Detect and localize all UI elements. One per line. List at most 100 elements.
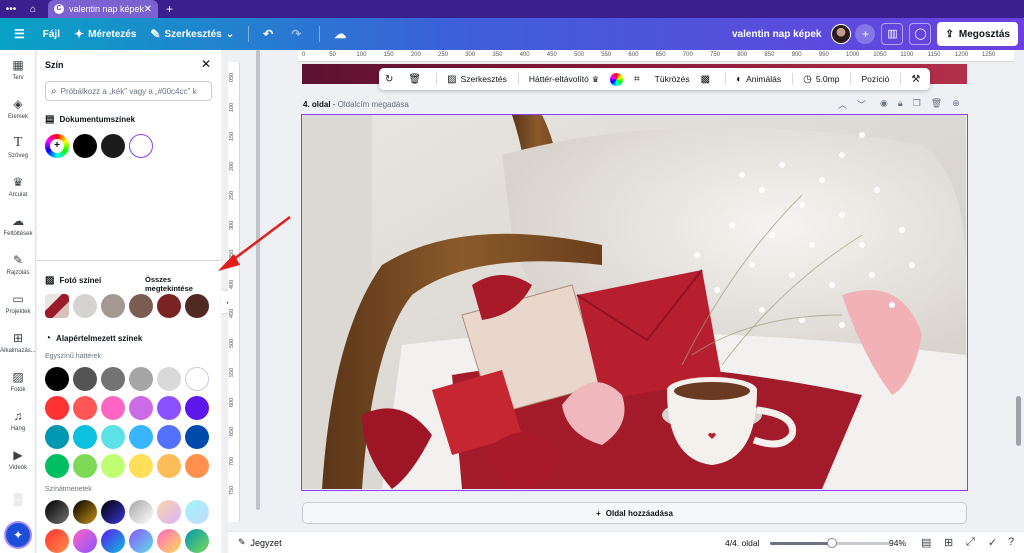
help-icon[interactable]: ?	[1008, 536, 1014, 548]
nav-item-apps[interactable]: ⊞ Alkalmazás...	[0, 323, 36, 362]
color-swatch[interactable]	[101, 134, 125, 158]
color-swatch[interactable]	[185, 367, 209, 391]
color-swatch[interactable]	[185, 396, 209, 420]
canvas-scrollbar[interactable]	[1016, 396, 1021, 446]
edit-photo-button[interactable]: ▨ Szerkesztés	[447, 74, 507, 85]
color-swatch[interactable]	[185, 454, 209, 478]
color-swatch[interactable]	[101, 454, 125, 478]
analytics-icon[interactable]: ▥	[881, 23, 904, 45]
color-swatch[interactable]	[129, 294, 153, 318]
document-name[interactable]: valentin nap képek	[732, 29, 821, 40]
chevron-up-icon[interactable]: ︿	[838, 98, 847, 111]
close-icon[interactable]: ✕	[144, 4, 152, 15]
color-swatch[interactable]	[73, 367, 97, 391]
color-swatch[interactable]	[101, 425, 125, 449]
color-search[interactable]: ⌕	[45, 81, 212, 101]
edit-mode-button[interactable]: ✎ Szerkesztés ⌄	[150, 27, 234, 41]
avatar[interactable]	[831, 24, 852, 44]
color-swatch[interactable]	[185, 425, 209, 449]
redo-button[interactable]: ↷	[291, 27, 305, 41]
nav-item-uploads[interactable]: ☁ Feltöltések	[0, 206, 36, 245]
transparency-button[interactable]: ▩	[701, 74, 714, 85]
color-swatch[interactable]	[129, 425, 153, 449]
nav-item-draw[interactable]: ✎ Rajzolás	[0, 245, 36, 284]
magic-assistant-button[interactable]: ✦	[6, 523, 30, 547]
nav-item-brand[interactable]: ♛ Arculat	[0, 167, 36, 206]
gradient-swatch[interactable]	[129, 500, 153, 524]
color-swatch[interactable]	[129, 396, 153, 420]
add-page-icon[interactable]: ⊕	[952, 98, 960, 111]
nav-item-design[interactable]: ▦ Terv	[0, 50, 36, 89]
more-horizontal-icon[interactable]: •••	[0, 4, 22, 15]
chevron-down-icon[interactable]: ﹀	[857, 98, 866, 111]
gradient-swatch[interactable]	[45, 529, 69, 553]
share-button[interactable]: ⇪ Megosztás	[937, 22, 1018, 46]
color-swatch[interactable]	[73, 396, 97, 420]
grid-view-icon[interactable]: ▤	[921, 536, 931, 549]
file-menu-button[interactable]: Fájl	[43, 29, 60, 40]
color-search-input[interactable]	[60, 86, 201, 96]
home-icon[interactable]: ⌂	[22, 4, 44, 15]
nav-item-projects[interactable]: ▭ Projektek	[0, 284, 36, 323]
resize-button[interactable]: ✦ Méretezés	[74, 27, 136, 41]
color-swatch[interactable]	[101, 396, 125, 420]
nav-item-audio[interactable]: ♫ Hang	[0, 401, 36, 440]
color-swatch[interactable]	[157, 454, 181, 478]
browser-tab[interactable]: C valentin nap képek ✕	[48, 0, 158, 18]
color-swatch[interactable]	[73, 425, 97, 449]
add-color-button[interactable]: +	[45, 134, 69, 158]
animate-button[interactable]: ◐ Animálás	[736, 74, 781, 85]
eye-icon[interactable]: ◉	[880, 98, 888, 111]
color-swatch[interactable]	[45, 454, 69, 478]
nav-item-videos[interactable]: ▶ Videók	[0, 440, 36, 479]
crop-button[interactable]: ⌗	[634, 74, 644, 85]
color-swatch[interactable]	[129, 454, 153, 478]
gradient-swatch[interactable]	[101, 529, 125, 553]
gradient-swatch[interactable]	[101, 500, 125, 524]
panel-scrollbar[interactable]	[256, 50, 260, 510]
color-swatch[interactable]	[73, 294, 97, 318]
copy-style-button[interactable]: ⚒	[911, 74, 924, 85]
gradient-swatch[interactable]	[129, 529, 153, 553]
gradient-swatch[interactable]	[45, 500, 69, 524]
invite-button[interactable]: +	[855, 24, 876, 44]
position-button[interactable]: Pozíció	[861, 74, 889, 84]
gradient-swatch[interactable]	[185, 529, 209, 553]
color-swatch[interactable]	[157, 367, 181, 391]
comment-icon[interactable]: ◯	[909, 23, 932, 45]
plus-icon[interactable]: +	[166, 2, 173, 16]
color-swatch[interactable]	[45, 396, 69, 420]
refresh-button[interactable]: ↻	[385, 74, 397, 85]
check-icon[interactable]: ✓	[988, 536, 997, 549]
fullscreen-icon[interactable]: ⤢	[966, 536, 975, 549]
zoom-level[interactable]: 94%	[889, 538, 906, 548]
color-swatch[interactable]	[45, 425, 69, 449]
grid-icon[interactable]: ⊞	[944, 536, 953, 549]
add-page-button[interactable]: + Oldal hozzáadása	[302, 502, 967, 524]
cloud-save-button[interactable]: ☁	[334, 27, 350, 41]
selected-photo[interactable]	[301, 114, 968, 491]
color-picker-button[interactable]	[610, 72, 624, 86]
color-swatch[interactable]	[73, 454, 97, 478]
notes-button[interactable]: ✎ Jegyzet	[238, 537, 282, 548]
undo-button[interactable]: ↶	[263, 27, 277, 41]
gradient-swatch[interactable]	[157, 500, 181, 524]
gradient-swatch[interactable]	[185, 500, 209, 524]
color-swatch[interactable]	[157, 425, 181, 449]
trash-icon[interactable]: 🗑︎	[931, 98, 942, 111]
photo-thumbnail[interactable]	[45, 294, 69, 318]
color-swatch[interactable]	[45, 367, 69, 391]
page-count[interactable]: 4/4. oldal	[725, 538, 760, 548]
color-swatch[interactable]	[101, 294, 125, 318]
color-swatch[interactable]	[129, 367, 153, 391]
gradient-swatch[interactable]	[73, 500, 97, 524]
nav-item-more[interactable]: ▒	[0, 479, 36, 518]
color-swatch[interactable]	[73, 134, 97, 158]
close-icon[interactable]: ✕	[201, 57, 211, 71]
delete-button[interactable]: 🗑	[408, 74, 425, 85]
flip-button[interactable]: Tükrözés	[655, 74, 690, 84]
nav-item-elements[interactable]: ◈ Elemek	[0, 89, 36, 128]
page-title-input[interactable]: Oldalcím megadása	[338, 100, 409, 109]
gradient-swatch[interactable]	[73, 529, 97, 553]
color-swatch[interactable]	[185, 294, 209, 318]
